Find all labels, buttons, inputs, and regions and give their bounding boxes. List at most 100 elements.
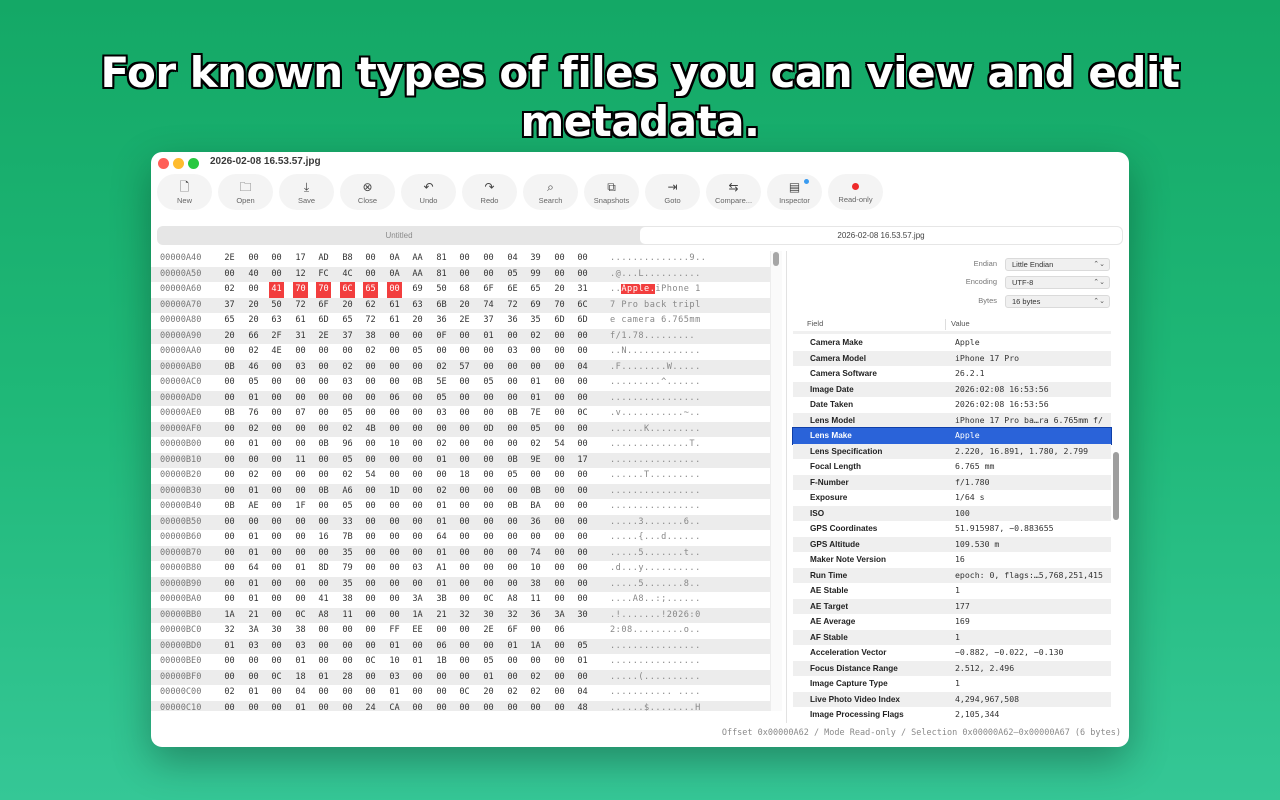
hex-byte[interactable]: 00 (293, 344, 308, 360)
metadata-value[interactable]: 2026:02:08 16:53:56 (955, 382, 1111, 398)
hex-byte[interactable]: 00 (363, 608, 378, 624)
hex-byte[interactable]: 00 (246, 701, 261, 712)
hex-byte[interactable]: 6D (316, 313, 331, 329)
hex-byte[interactable]: 00 (293, 391, 308, 407)
hex-byte[interactable]: 00 (269, 360, 284, 376)
hex-row[interactable]: 00000BF0 00 00 0C 18 01 28 00 03 00 00 00 01 00 02 00 00… (151, 669, 781, 686)
hex-byte[interactable]: 01 (222, 639, 237, 655)
hex-byte[interactable]: 01 (434, 546, 449, 562)
hex-byte[interactable]: 00 (246, 251, 261, 267)
hex-byte[interactable]: 00 (246, 282, 261, 298)
hex-byte[interactable]: 00 (269, 639, 284, 655)
ascii-column[interactable]: .....(.......... (610, 670, 701, 686)
hex-byte[interactable]: 00 (575, 530, 590, 546)
hex-byte[interactable]: 00 (410, 685, 425, 701)
hex-byte[interactable]: 05 (340, 406, 355, 422)
hex-byte[interactable]: 00 (363, 267, 378, 283)
hex-byte[interactable]: 10 (387, 654, 402, 670)
metadata-row[interactable]: Lens Specification 2.220, 16.891, 1.780, … (793, 443, 1111, 459)
hex-byte[interactable]: 00 (222, 484, 237, 500)
hex-byte[interactable]: 00 (316, 515, 331, 531)
hex-byte[interactable]: AD (316, 251, 331, 267)
hex-byte[interactable]: 96 (340, 437, 355, 453)
hex-byte[interactable]: 00 (410, 701, 425, 712)
hex-row[interactable]: 00000BC0 32 3A 30 38 00 00 00 FF EE 00 00 2E 6F 00 06 2:… (151, 623, 781, 639)
hex-byte[interactable]: 00 (410, 391, 425, 407)
hex-byte[interactable]: 06 (434, 639, 449, 655)
hex-byte[interactable]: 00 (316, 360, 331, 376)
hex-byte[interactable]: 00 (457, 546, 472, 562)
metadata-value[interactable]: 16 (955, 552, 1111, 568)
metadata-row[interactable]: Focal Length 6.765 mm (793, 459, 1111, 475)
hex-byte[interactable]: 38 (293, 623, 308, 639)
metadata-row[interactable]: Image Processing Flags 2,105,344 (793, 707, 1111, 723)
hex-byte[interactable]: 74 (528, 546, 543, 562)
hex-row[interactable]: 00000AD0 00 01 00 00 00 00 00 06 00 05 00 00 00 01 00 00… (151, 390, 781, 407)
hex-byte[interactable]: EE (410, 623, 425, 639)
hex-byte[interactable]: 00 (269, 391, 284, 407)
redo-button[interactable]: ↷ Redo (462, 174, 517, 210)
metadata-row[interactable]: AE Stable 1 (793, 583, 1111, 599)
hex-byte[interactable]: 00 (481, 468, 496, 484)
hex-byte[interactable]: 00 (222, 546, 237, 562)
hex-byte[interactable]: 20 (246, 313, 261, 329)
hex-byte[interactable]: CA (387, 701, 402, 712)
hex-byte[interactable]: 6F (316, 298, 331, 314)
hex-byte[interactable]: 0C (363, 654, 378, 670)
hex-byte[interactable]: 20 (481, 685, 496, 701)
hex-byte[interactable]: 00 (552, 360, 567, 376)
metadata-row[interactable]: Camera Make Apple (793, 335, 1111, 351)
hex-byte[interactable]: 00 (481, 437, 496, 453)
hex-byte[interactable]: 0B (222, 406, 237, 422)
hex-byte[interactable]: 00 (222, 468, 237, 484)
hex-byte[interactable]: 03 (340, 375, 355, 391)
hex-byte[interactable]: 00 (363, 577, 378, 593)
metadata-row[interactable]: Camera Software 26.2.1 (793, 366, 1111, 382)
hex-byte[interactable]: 00 (293, 515, 308, 531)
hex-byte[interactable]: 00 (552, 530, 567, 546)
hex-byte[interactable]: 1A (222, 608, 237, 624)
hex-byte[interactable]: 00 (505, 391, 520, 407)
hex-byte[interactable]: 37 (222, 298, 237, 314)
hex-byte[interactable]: 00 (457, 654, 472, 670)
ascii-column[interactable]: .....{...d...... (610, 530, 701, 546)
metadata-value[interactable]: 1 (955, 583, 1111, 599)
metadata-row[interactable]: F-Number f/1.780 (793, 474, 1111, 490)
hex-byte[interactable]: 02 (246, 468, 261, 484)
hex-byte[interactable]: 00 (457, 406, 472, 422)
hex-byte[interactable]: 0C (293, 608, 308, 624)
hex-byte[interactable]: 01 (528, 375, 543, 391)
metadata-value[interactable]: Apple (955, 428, 1111, 444)
hex-byte[interactable]: 00 (293, 375, 308, 391)
hex-byte[interactable]: 00 (481, 344, 496, 360)
hex-byte[interactable]: 6B (434, 298, 449, 314)
hex-byte[interactable]: 68 (457, 282, 472, 298)
hex-row[interactable]: 00000A70 37 20 50 72 6F 20 62 61 63 6B 20 74 72 69 70 6C… (151, 297, 781, 314)
undo-button[interactable]: ↶ Undo (401, 174, 456, 210)
hex-view[interactable]: 00000A40 2E 00 00 17 AD B8 00 0A AA 81 00 00 04 39 00 00… (151, 251, 781, 711)
hex-byte[interactable]: 00 (552, 251, 567, 267)
hex-byte[interactable]: 00 (363, 406, 378, 422)
hex-byte[interactable]: 00 (410, 422, 425, 438)
ascii-column[interactable]: ................ (610, 453, 701, 469)
hex-byte[interactable]: AA (410, 267, 425, 283)
hex-byte[interactable]: 03 (246, 639, 261, 655)
hex-byte[interactable]: 0B (505, 453, 520, 469)
hex-byte[interactable]: 00 (575, 375, 590, 391)
ascii-column[interactable]: ................ (610, 639, 701, 655)
hex-byte[interactable]: 00 (457, 670, 472, 686)
hex-byte[interactable]: 00 (340, 391, 355, 407)
hex-byte[interactable]: 00 (387, 515, 402, 531)
hex-byte[interactable]: 7B (340, 530, 355, 546)
hex-byte[interactable]: 00 (269, 701, 284, 712)
hex-byte[interactable]: 05 (410, 344, 425, 360)
hex-byte[interactable]: 00 (410, 329, 425, 345)
hex-byte[interactable]: 00 (316, 685, 331, 701)
hex-byte[interactable]: 00 (457, 329, 472, 345)
hex-byte[interactable]: 50 (269, 298, 284, 314)
hex-byte[interactable]: 00 (481, 406, 496, 422)
hex-byte[interactable]: 00 (222, 561, 237, 577)
hex-byte[interactable]: 05 (481, 375, 496, 391)
hex-byte[interactable]: 00 (552, 267, 567, 283)
hex-row[interactable]: 00000A50 00 40 00 12 FC 4C 00 0A AA 81 00 00 05 99 00 00… (151, 266, 781, 283)
